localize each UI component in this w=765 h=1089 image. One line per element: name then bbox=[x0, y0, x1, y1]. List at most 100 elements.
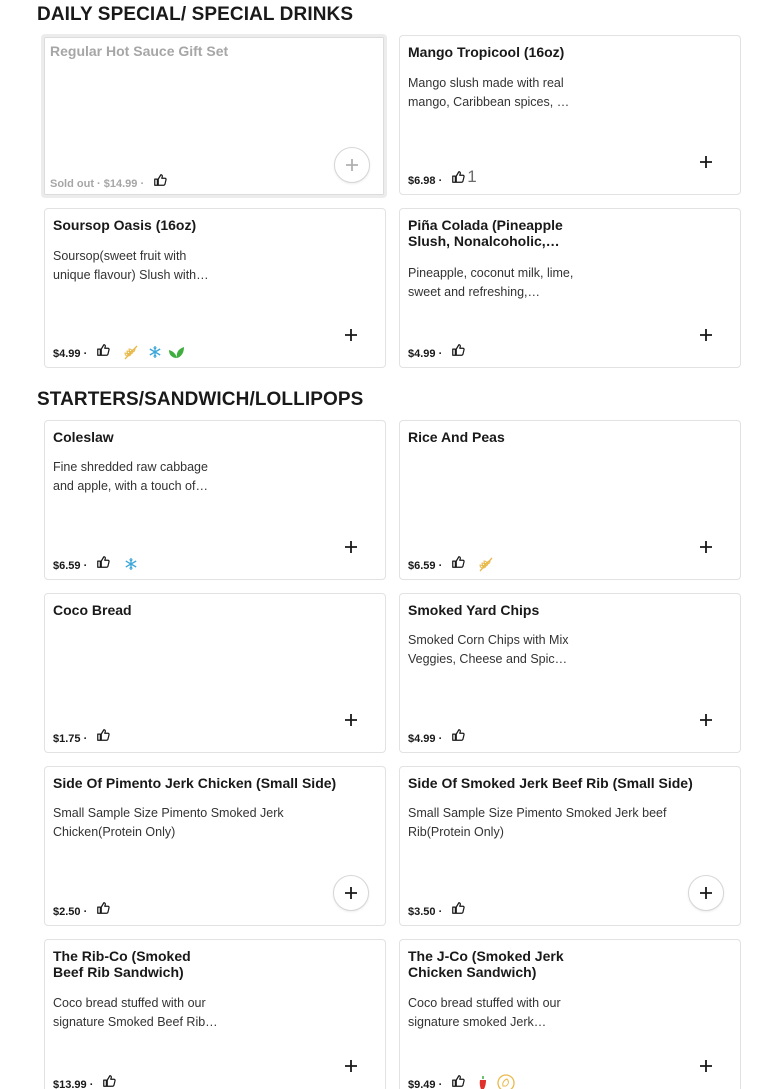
item-price: $3.50 · bbox=[408, 906, 443, 918]
thumbs-up-icon[interactable] bbox=[96, 555, 110, 569]
item-price: $4.99 · bbox=[408, 733, 443, 745]
item-title: Coco Bread bbox=[53, 602, 132, 618]
thumbs-up-icon[interactable] bbox=[451, 170, 465, 184]
thumbs-up-icon[interactable] bbox=[451, 555, 465, 569]
add-to-cart-button[interactable] bbox=[688, 702, 724, 738]
thumbs-up-icon[interactable] bbox=[96, 728, 110, 742]
menu-item-card[interactable]: Coco Bread $1.75 · bbox=[44, 593, 386, 753]
item-title: Rice And Peas bbox=[408, 429, 505, 445]
item-title: Smoked Yard Chips bbox=[408, 602, 540, 618]
price-row: $4.99 · bbox=[408, 341, 465, 363]
item-price: $4.99 · bbox=[408, 348, 443, 360]
thumbs-up-icon[interactable] bbox=[451, 1074, 465, 1088]
price-row: $2.50 · bbox=[53, 899, 110, 921]
chili-icon bbox=[480, 1075, 487, 1089]
price-row: $4.99 · bbox=[53, 341, 186, 363]
section-title-daily-special: DAILY SPECIAL/ SPECIAL DRINKS bbox=[37, 4, 354, 25]
item-price: $6.59 · bbox=[408, 560, 443, 572]
menu-item-card[interactable]: Soursop Oasis (16oz) Soursop(sweet fruit… bbox=[44, 208, 386, 368]
item-title: Regular Hot Sauce Gift Set bbox=[50, 43, 229, 59]
item-title: Side Of Smoked Jerk Beef Rib (Small Side… bbox=[408, 775, 693, 791]
thumbs-up-icon[interactable] bbox=[102, 1074, 117, 1088]
menu-item-card[interactable]: Rice And Peas $6.59 · bbox=[399, 420, 741, 580]
item-title: The J-Co (Smoked Jerk Chicken Sandwich) bbox=[408, 948, 564, 980]
add-to-cart-button[interactable] bbox=[334, 147, 370, 183]
price-row: $1.75 · bbox=[53, 726, 110, 748]
menu-item-card[interactable]: Piña Colada (Pineapple Slush, Nonalcohol… bbox=[399, 208, 741, 368]
price-row: $13.99 · bbox=[53, 1072, 117, 1089]
price-row: $6.59 · bbox=[408, 553, 495, 575]
menu-item-card[interactable]: The Rib-Co (Smoked Beef Rib Sandwich) Co… bbox=[44, 939, 386, 1089]
item-title: Soursop Oasis (16oz) bbox=[53, 217, 197, 233]
plus-icon bbox=[700, 887, 712, 899]
price-row: $9.49 · bbox=[408, 1072, 515, 1089]
plus-icon bbox=[345, 714, 357, 726]
add-to-cart-button[interactable] bbox=[333, 317, 369, 353]
thumbs-up-icon[interactable] bbox=[96, 901, 110, 915]
plus-icon bbox=[345, 1060, 357, 1072]
item-description: Pineapple, coconut milk, lime, sweet and… bbox=[408, 266, 574, 299]
menu-item-card[interactable]: Regular Hot Sauce Gift Set Sold out · $1… bbox=[41, 34, 387, 198]
item-description: Small Sample Size Pimento Smoked Jerk Ch… bbox=[53, 806, 284, 839]
menu-item-card[interactable]: Coleslaw Fine shredded raw cabbage and a… bbox=[44, 420, 386, 580]
add-to-cart-button[interactable] bbox=[333, 875, 369, 911]
item-description: Mango slush made with real mango, Caribb… bbox=[408, 76, 570, 109]
item-price: $9.49 · bbox=[408, 1079, 443, 1089]
plus-icon bbox=[345, 329, 357, 341]
menu-item-card[interactable]: The J-Co (Smoked Jerk Chicken Sandwich) … bbox=[399, 939, 741, 1089]
add-to-cart-button[interactable] bbox=[688, 144, 724, 180]
add-to-cart-button[interactable] bbox=[333, 702, 369, 738]
price-row: $3.50 · bbox=[408, 899, 465, 921]
menu-item-card[interactable]: Smoked Yard Chips Smoked Corn Chips with… bbox=[399, 593, 741, 753]
wheat-icon bbox=[479, 557, 493, 571]
plus-icon bbox=[700, 156, 712, 168]
item-price: $1.75 · bbox=[53, 733, 88, 745]
item-description: Smoked Corn Chips with Mix Veggies, Chee… bbox=[408, 633, 569, 666]
leaf-icon bbox=[169, 346, 185, 358]
add-to-cart-button[interactable] bbox=[688, 317, 724, 353]
item-title: Side Of Pimento Jerk Chicken (Small Side… bbox=[53, 775, 337, 791]
add-to-cart-button[interactable] bbox=[688, 875, 724, 911]
section-title-starters: STARTERS/SANDWICH/LOLLIPOPS bbox=[37, 389, 364, 410]
snowflake-icon bbox=[125, 557, 137, 570]
thumbs-up-icon[interactable] bbox=[451, 728, 465, 742]
item-price: $6.98 · bbox=[408, 175, 443, 187]
thumbs-up-icon[interactable] bbox=[451, 343, 465, 357]
item-title: The Rib-Co (Smoked Beef Rib Sandwich) bbox=[53, 948, 191, 980]
add-to-cart-button[interactable] bbox=[688, 529, 724, 565]
wheat-icon bbox=[124, 345, 138, 359]
add-to-cart-button[interactable] bbox=[688, 1048, 724, 1084]
item-description: Coco bread stuffed with our signature sm… bbox=[408, 996, 561, 1029]
price-row: Sold out · $14.99 · bbox=[50, 171, 167, 193]
item-description: Small Sample Size Pimento Smoked Jerk be… bbox=[408, 806, 667, 839]
item-price: $13.99 · bbox=[53, 1079, 94, 1089]
item-price: $6.59 · bbox=[53, 560, 88, 572]
item-description: Fine shredded raw cabbage and apple, wit… bbox=[53, 460, 208, 493]
add-to-cart-button[interactable] bbox=[333, 1048, 369, 1084]
like-count: 1 bbox=[467, 167, 477, 186]
menu-item-card[interactable]: Mango Tropicool (16oz) Mango slush made … bbox=[399, 35, 741, 195]
item-title: Piña Colada (Pineapple Slush, Nonalcohol… bbox=[408, 217, 563, 249]
plus-icon bbox=[700, 714, 712, 726]
item-price: $4.99 · bbox=[53, 348, 88, 360]
thumbs-up-icon[interactable] bbox=[153, 173, 167, 187]
plus-icon bbox=[700, 1060, 712, 1072]
menu-item-card[interactable]: Side Of Smoked Jerk Beef Rib (Small Side… bbox=[399, 766, 741, 926]
snowflake-icon bbox=[149, 345, 161, 358]
nut-icon bbox=[497, 1073, 515, 1089]
item-title: Coleslaw bbox=[53, 429, 114, 445]
price-row: $6.59 · bbox=[53, 553, 138, 575]
price-row: $6.98 · 1 bbox=[408, 167, 477, 190]
item-description: Coco bread stuffed with our signature Sm… bbox=[53, 996, 218, 1029]
add-to-cart-button[interactable] bbox=[333, 529, 369, 565]
thumbs-up-icon[interactable] bbox=[451, 901, 465, 915]
item-price: $2.50 · bbox=[53, 906, 88, 918]
plus-icon bbox=[346, 159, 358, 171]
thumbs-up-icon[interactable] bbox=[96, 343, 110, 357]
menu-item-card[interactable]: Side Of Pimento Jerk Chicken (Small Side… bbox=[44, 766, 386, 926]
plus-icon bbox=[700, 329, 712, 341]
plus-icon bbox=[700, 541, 712, 553]
price-row: $4.99 · bbox=[408, 726, 465, 748]
item-price: Sold out · $14.99 · bbox=[50, 178, 145, 190]
plus-icon bbox=[345, 541, 357, 553]
